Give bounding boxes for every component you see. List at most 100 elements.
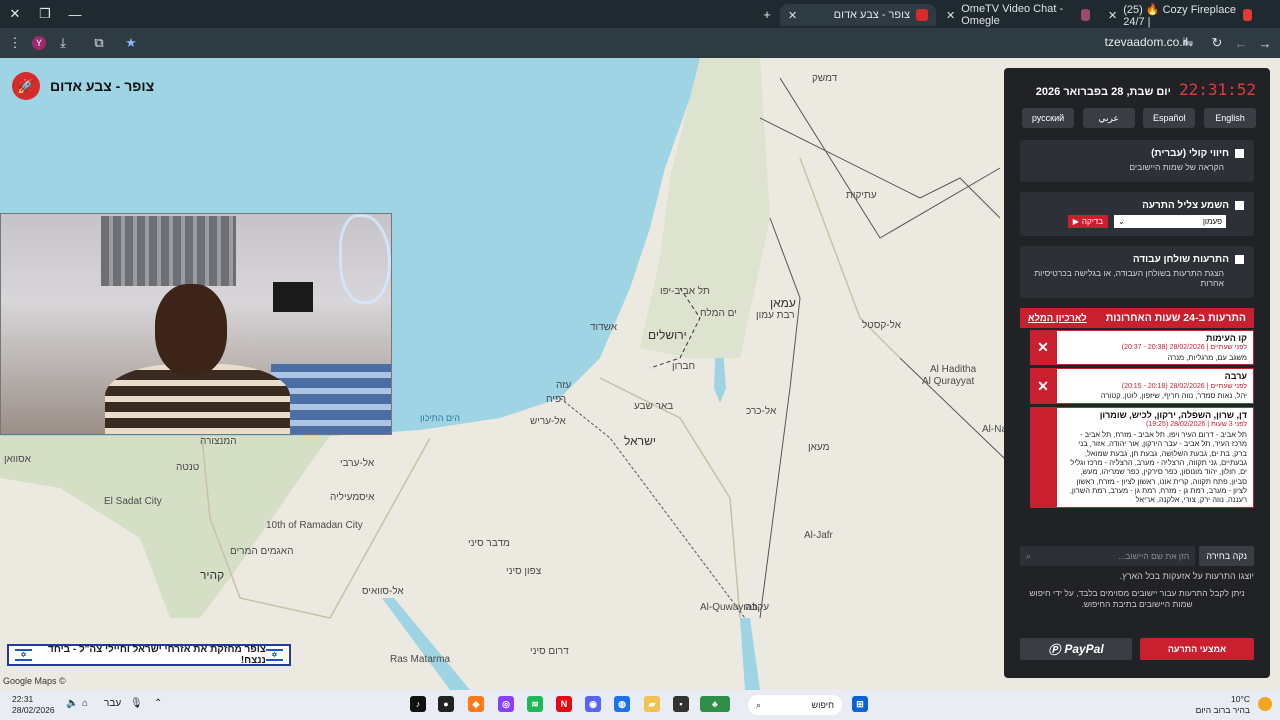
brave-icon[interactable]: ◆	[468, 696, 484, 712]
network-icon[interactable]: ⌂	[82, 698, 88, 709]
voice-checkbox[interactable]	[1235, 149, 1244, 158]
archive-link[interactable]: לארכיון המלא	[1028, 313, 1087, 324]
map-label: רבת עמון	[756, 310, 795, 321]
sun-icon	[1258, 697, 1272, 711]
map-attribution[interactable]: Google Maps ©	[3, 676, 66, 686]
alert-time: לפני שעתיים | 28/02/2026 (20:38 - 20:37)	[1121, 344, 1247, 352]
language-selector: русский عربي Español English	[1022, 108, 1256, 128]
taskbar-date: 28/02/2026	[12, 705, 55, 715]
desktop-title: התרעות שולחן עבודה	[1132, 254, 1229, 265]
chevron-up-icon[interactable]: ⌃	[154, 698, 162, 709]
alert-methods-button[interactable]: אמצעי התרעה	[1140, 638, 1254, 660]
map-label: Al Qurayyat	[922, 376, 975, 387]
alert-list[interactable]: קו העימות לפני שעתיים | 28/02/2026 (20:3…	[1020, 330, 1254, 536]
lang-spanish-button[interactable]: Español	[1143, 108, 1196, 128]
webcam-shelf	[101, 216, 236, 286]
map-label: אל-עריש	[530, 416, 566, 427]
map-label: מעאן	[808, 442, 830, 453]
israel-flag-icon: ✡	[265, 649, 283, 661]
chrome-icon[interactable]: ◍	[614, 696, 630, 712]
restore-window-icon[interactable]: ❐	[30, 0, 60, 28]
search-row: נקה בחירה הזן את שם היישוב... ⌕	[1020, 546, 1254, 566]
speaker-icon[interactable]: 🔈	[66, 698, 78, 709]
bookmark-star-icon[interactable]: ★	[120, 33, 142, 53]
alert-item[interactable]: ערבה לפני שעתיים | 28/02/2026 (20:18 - 2…	[1030, 368, 1254, 404]
discord-icon[interactable]: ◉	[585, 696, 601, 712]
webcam-person	[105, 284, 290, 434]
widget-icon[interactable]: ♣	[700, 696, 730, 712]
reload-icon[interactable]: ↻	[1206, 33, 1228, 53]
tab-close-icon[interactable]: ✕	[946, 9, 955, 22]
windows-start-icon[interactable]: ⊞	[852, 696, 868, 712]
minimize-window-icon[interactable]: —	[60, 0, 90, 28]
search-placeholder: הזן את שם היישוב...	[1118, 551, 1190, 561]
download-icon[interactable]: ⤓	[52, 33, 74, 53]
url-text[interactable]: tzevaadom.co.il	[1105, 35, 1188, 49]
alert-item[interactable]: דן, שרון, השפלה, ירקון, לכיש, שומרון לפנ…	[1030, 406, 1254, 508]
datetime: יום שבת, 28 בפברואר 2026 22:31:52	[1036, 80, 1256, 99]
ometv-favicon-icon	[1080, 9, 1090, 21]
terminal-icon[interactable]: ▪	[673, 696, 689, 712]
desktop-setting-card: התרעות שולחן עבודה הצגת התרעות בשולחן הע…	[1020, 246, 1254, 298]
lang-english-button[interactable]: English	[1203, 108, 1256, 128]
tab-fireplace[interactable]: ✕ (25) 🔥 Cozy Fireplace 24/7 |	[1100, 4, 1260, 28]
search-icon: ⌕	[1026, 550, 1031, 561]
share-icon[interactable]: ⧉	[88, 33, 110, 53]
spotify-icon[interactable]: ≋	[527, 696, 543, 712]
lang-russian-button[interactable]: русский	[1022, 108, 1074, 128]
netflix-icon[interactable]: N	[556, 696, 572, 712]
tab-close-icon[interactable]: ✕	[1108, 9, 1117, 22]
app-icon[interactable]: ◎	[498, 696, 514, 712]
close-window-icon[interactable]: ✕	[0, 0, 30, 28]
taskbar-search-label: חיפוש	[811, 700, 834, 710]
tzevaadom-logo[interactable]: 🚀	[12, 72, 40, 100]
tab-tzevaadom[interactable]: ✕ צופר - צבע אדום	[780, 4, 936, 26]
voice-setting-card: חיווי קולי (עברית) הקראה של שמות היישובי…	[1020, 140, 1254, 182]
tzevaadom-favicon-icon	[916, 9, 928, 21]
alert-time: לפני 3 שעות | 28/02/2026 (19:25)	[1146, 421, 1247, 428]
weather-widget[interactable]: 10°C בהיר ברוב היום	[1196, 694, 1250, 716]
alert-item[interactable]: קו העימות לפני שעתיים | 28/02/2026 (20:3…	[1030, 330, 1254, 366]
tune-icon[interactable]: ⇋	[1177, 33, 1199, 53]
map-label: קהיר	[200, 568, 225, 582]
map-label: עמאן	[770, 296, 796, 310]
map-label: Al Haditha	[930, 364, 977, 375]
map-label: אל-סוואיס	[362, 586, 404, 597]
windows-taskbar: 22:31 28/02/2026 🔈 ⌂ עבר 🎙 ⌃ ♪ ● ◆ ◎ ≋ N…	[0, 690, 1280, 720]
tab-ometv[interactable]: ✕ OmeTV Video Chat - Omegle	[938, 3, 1098, 27]
browser-tab-bar: ✕ ❐ — + ✕ (25) 🔥 Cozy Fireplace 24/7 | ✕…	[0, 0, 1280, 28]
new-tab-icon[interactable]: +	[752, 0, 782, 28]
desktop-checkbox[interactable]	[1235, 255, 1244, 264]
forward-icon[interactable]: ←	[1230, 33, 1252, 53]
map-label: איסמעיליה	[330, 492, 375, 503]
file-explorer-icon[interactable]: ▰	[644, 696, 660, 712]
profile-avatar[interactable]: Y	[28, 33, 50, 53]
back-icon[interactable]: →	[1254, 33, 1276, 53]
sound-title: השמע צליל התרעה	[1142, 200, 1229, 211]
alert-area: יהל, נאות סמדר, נווה חריף, שיזפון, לוטן,…	[1100, 391, 1247, 401]
rocket-alert-icon	[1030, 406, 1056, 508]
microphone-icon[interactable]: 🎙	[130, 698, 143, 709]
taskbar-search[interactable]: חיפוש ⌕	[748, 695, 842, 715]
sound-select[interactable]: פעמון ⌄	[1114, 215, 1226, 228]
bottom-buttons: Ⓟ PayPal אמצעי התרעה	[1020, 638, 1254, 660]
clear-selection-button[interactable]: נקה בחירה	[1199, 546, 1254, 566]
obs-icon[interactable]: ●	[438, 696, 454, 712]
menu-dots-icon[interactable]: ⋮	[4, 33, 26, 53]
weather-desc: בהיר ברוב היום	[1195, 705, 1250, 715]
city-search-input[interactable]: הזן את שם היישוב... ⌕	[1020, 546, 1196, 566]
tab-close-icon[interactable]: ✕	[788, 9, 797, 22]
test-sound-button[interactable]: בדיקה ▶	[1067, 215, 1108, 228]
paypal-button[interactable]: Ⓟ PayPal	[1020, 638, 1132, 660]
alert-city: דן, שרון, השפלה, ירקון, לכיש, שומרון	[1099, 409, 1247, 420]
lang-arabic-button[interactable]: عربي	[1082, 108, 1135, 128]
sound-checkbox[interactable]	[1235, 201, 1244, 210]
tab-title: OmeTV Video Chat - Omegle	[961, 3, 1064, 27]
map-label: Al-Quwayrah	[700, 602, 758, 613]
tiktok-icon[interactable]: ♪	[410, 696, 426, 712]
taskbar-clock[interactable]: 22:31 28/02/2026	[12, 694, 55, 716]
map-label: אל-ערבי	[340, 458, 375, 469]
map-label: חברון	[672, 361, 696, 372]
input-language[interactable]: עבר	[104, 698, 121, 709]
map-label: דמשק	[812, 73, 838, 84]
